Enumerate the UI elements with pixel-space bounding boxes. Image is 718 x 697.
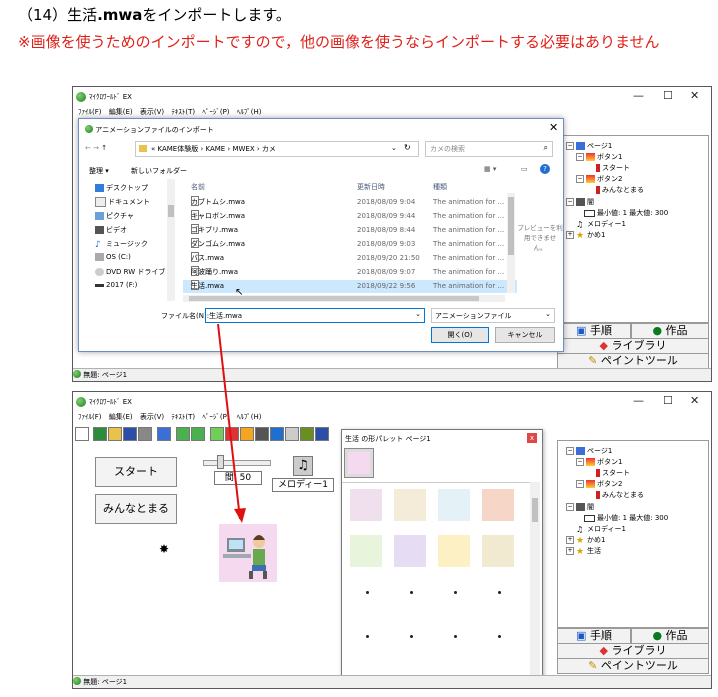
annotation-arrow — [217, 323, 246, 523]
